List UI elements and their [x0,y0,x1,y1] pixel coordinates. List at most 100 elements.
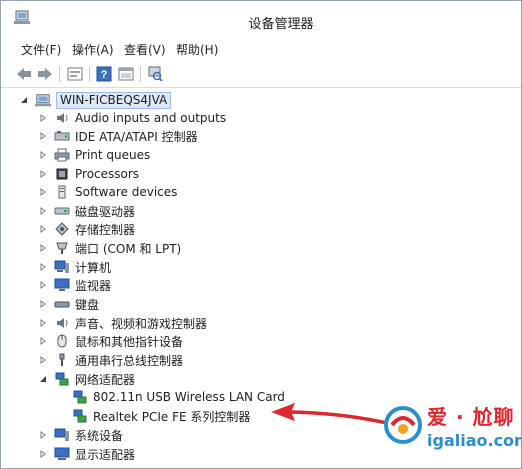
expand-triangle-icon[interactable] [38,150,48,160]
tree-item-label: 网络适配器 [75,372,136,387]
tree-item-display-adapters[interactable]: 显示适配器 [38,445,135,463]
storage-controller-icon [54,222,70,236]
properties-icon[interactable] [66,65,84,82]
window-title: 设备管理器 [248,17,314,32]
toolbar-separator [140,66,141,82]
tree-item-disk-drives[interactable]: 磁盘驱动器 [38,202,135,220]
expand-triangle-icon[interactable] [38,280,48,290]
tree-item-network-adapters[interactable]: 网络适配器 [38,370,135,388]
title-bar: 设备管理器 [1,1,521,37]
tree-item-label: 系统设备 [75,428,124,443]
menu-file[interactable]: 文件(F) [21,41,61,58]
expand-triangle-icon[interactable] [38,131,48,141]
tree-item-sound[interactable]: 声音、视频和游戏控制器 [38,314,207,332]
tree-item-label: 存储控制器 [75,222,136,237]
expand-triangle-icon[interactable] [38,113,48,123]
toolbar: ? [1,61,521,88]
tree-item-label: 键盘 [75,297,100,312]
display-adapter-icon [54,447,70,461]
forward-arrow-icon[interactable] [36,65,54,82]
port-icon [54,241,70,255]
tree-item-label: Processors [75,167,140,181]
collapse-triangle-icon[interactable] [38,374,48,384]
menu-help[interactable]: 帮助(H) [176,41,218,58]
tree-item-label: Software devices [75,185,178,199]
tree-item-storage-controllers[interactable]: 存储控制器 [38,220,135,238]
computer-icon [35,93,51,107]
tree-item-label: 声音、视频和游戏控制器 [75,316,208,331]
expand-triangle-icon[interactable] [38,336,48,346]
computer-icon [54,260,70,274]
tree-child-wireless-lan-card[interactable]: 802.11n USB Wireless LAN Card [72,388,285,406]
igaliao-logo-icon [384,406,422,444]
tree-child-realtek-controller[interactable]: Realtek PCIe FE 系列控制器 [72,407,250,425]
network-icon [54,372,70,386]
tree-item-computer[interactable]: 计算机 [38,258,111,276]
tree-root[interactable]: WIN-FICBEQS4JVA [19,91,172,109]
usb-icon [54,353,70,367]
expand-triangle-icon[interactable] [38,430,48,440]
tree-item-label: Audio inputs and outputs [75,111,227,125]
menu-view[interactable]: 查看(V) [124,41,166,58]
toolbar-separator [59,66,60,82]
tree-item-label: Print queues [75,148,151,162]
tree-item-keyboards[interactable]: 键盘 [38,295,99,313]
menu-bar: 文件(F) 操作(A) 查看(V) 帮助(H) [1,38,521,60]
tree-item-system-devices[interactable]: 系统设备 [38,426,123,444]
computer-name-label: WIN-FICBEQS4JVA [56,91,172,109]
tree-item-label: 监视器 [75,278,112,293]
keyboard-icon [54,297,70,311]
expand-triangle-icon[interactable] [38,262,48,272]
expand-triangle-icon[interactable] [38,243,48,253]
tree-item-label: 显示适配器 [75,447,136,462]
system-device-icon [54,428,70,442]
expand-triangle-icon[interactable] [38,169,48,179]
view-icon[interactable] [117,65,135,82]
expand-triangle-icon[interactable] [38,206,48,216]
toolbar-separator [89,66,90,82]
tree-item-monitors[interactable]: 监视器 [38,276,111,294]
expand-triangle-icon[interactable] [38,187,48,197]
expand-triangle-icon[interactable] [38,449,48,459]
tree-item-audio[interactable]: Audio inputs and outputs [38,109,226,127]
tree-item-print-queues[interactable]: Print queues [38,146,150,164]
mouse-icon [54,334,70,348]
tree-item-software-devices[interactable]: Software devices [38,183,177,201]
watermark-title: 爱 · 尬聊 [427,405,515,429]
watermark: 爱 · 尬聊 igaliao.com [383,399,522,461]
svg-text:?: ? [101,69,108,81]
expand-triangle-icon[interactable] [38,355,48,365]
menu-action[interactable]: 操作(A) [72,41,114,58]
tree-item-usb[interactable]: 通用串行总线控制器 [38,351,183,369]
tree-item-ide[interactable]: IDE ATA/ATAPI 控制器 [38,127,198,145]
watermark-url: igaliao.com [427,431,522,450]
tree-item-label: 802.11n USB Wireless LAN Card [93,390,285,404]
annotation-arrow [271,403,388,425]
device-manager-window: 设备管理器 文件(F) 操作(A) 查看(V) 帮助(H) ? WIN-FICB… [0,0,522,469]
back-arrow-icon[interactable] [15,65,33,82]
scan-hardware-icon[interactable] [146,65,164,82]
printer-icon [54,148,70,162]
expand-triangle-icon[interactable] [38,299,48,309]
tree-item-label: IDE ATA/ATAPI 控制器 [75,129,198,144]
network-adapter-icon [72,409,88,423]
tree-item-label: Realtek PCIe FE 系列控制器 [93,409,251,424]
software-device-icon [54,185,70,199]
expand-triangle-icon[interactable] [38,224,48,234]
disk-drive-icon [54,204,70,218]
help-icon[interactable]: ? [95,65,113,82]
tree-item-label: 鼠标和其他指针设备 [75,334,184,349]
speaker-icon [54,111,70,125]
tree-item-label: 通用串行总线控制器 [75,353,184,368]
tree-item-mice[interactable]: 鼠标和其他指针设备 [38,332,183,350]
chip-icon [54,167,70,181]
tree-item-label: 端口 (COM 和 LPT) [75,241,182,256]
disk-controller-icon [54,129,70,143]
sound-icon [54,316,70,330]
tree-item-processors[interactable]: Processors [38,165,139,183]
expand-triangle-icon[interactable] [38,318,48,328]
network-adapter-icon [72,390,88,404]
collapse-triangle-icon[interactable] [19,95,29,105]
tree-item-ports[interactable]: 端口 (COM 和 LPT) [38,239,181,257]
tree-item-label: 计算机 [75,260,112,275]
